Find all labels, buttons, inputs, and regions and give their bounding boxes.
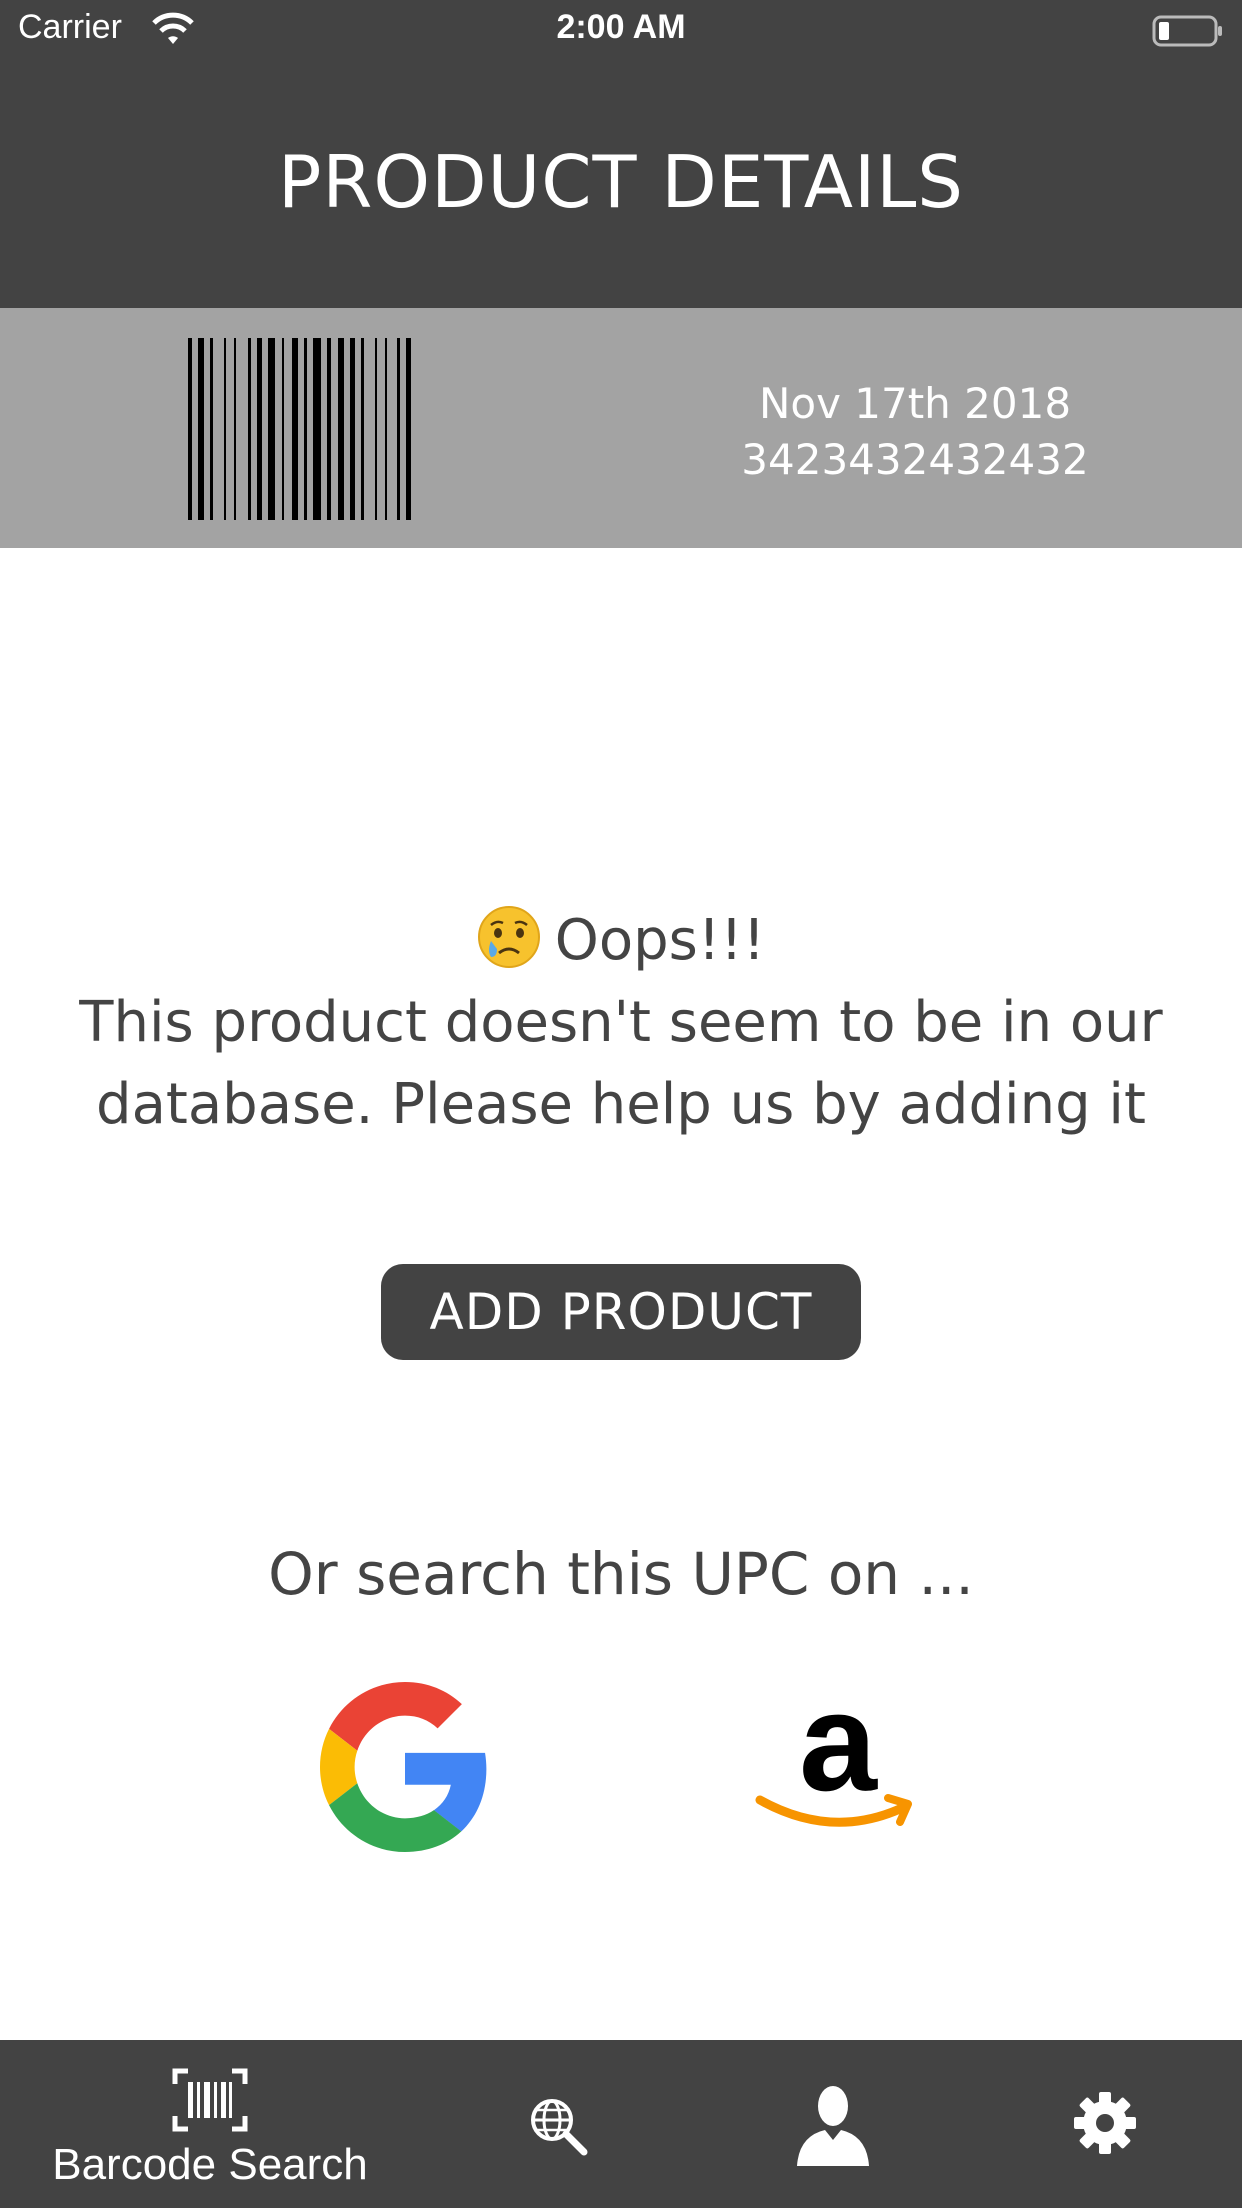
message-line-1: This product doesn't seem to be in our	[79, 990, 1163, 1055]
tab-web-search[interactable]	[520, 2040, 600, 2208]
tab-barcode-search-label: Barcode Search	[52, 2140, 368, 2189]
crying-face-icon	[477, 906, 540, 968]
message-title: Oops!!!	[554, 908, 766, 973]
not-found-message: Oops!!! This product doesn't seem to be …	[40, 900, 1202, 1146]
search-hint: Or search this UPC on ...	[268, 1540, 974, 1608]
page-title: PRODUCT DETAILS	[277, 140, 965, 224]
status-bar: Carrier 2:00 AM	[0, 0, 1242, 62]
google-logo[interactable]	[320, 1682, 490, 1852]
tab-barcode-search[interactable]: Barcode Search	[40, 2040, 380, 2208]
message-title-line: Oops!!!	[40, 900, 1202, 982]
svg-text:a: a	[799, 1690, 878, 1820]
nav-header: PRODUCT DETAILS	[0, 62, 1242, 308]
amazon-logo[interactable]: a	[752, 1690, 924, 1840]
upc-number: 3423432432432	[741, 435, 1089, 484]
message-line-2: database. Please help us by adding it	[96, 1072, 1146, 1137]
tab-settings[interactable]	[1065, 2040, 1155, 2208]
tab-profile[interactable]	[790, 2040, 880, 2208]
status-time: 2:00 AM	[556, 8, 686, 46]
battery-icon	[1152, 15, 1222, 47]
barcode-scan-icon	[172, 2068, 248, 2132]
add-product-button[interactable]: ADD PRODUCT	[381, 1264, 861, 1360]
scan-date: Nov 17th 2018	[758, 379, 1072, 428]
tab-bar: Barcode Search	[0, 2040, 1242, 2208]
barcode-strip: Nov 17th 2018 3423432432432	[0, 308, 1242, 548]
user-icon	[797, 2086, 869, 2166]
barcode-meta: Nov 17th 2018 3423432432432	[700, 376, 1130, 488]
globe-search-icon	[531, 2099, 588, 2156]
gear-icon	[1074, 2092, 1136, 2154]
barcode-image	[188, 338, 411, 520]
